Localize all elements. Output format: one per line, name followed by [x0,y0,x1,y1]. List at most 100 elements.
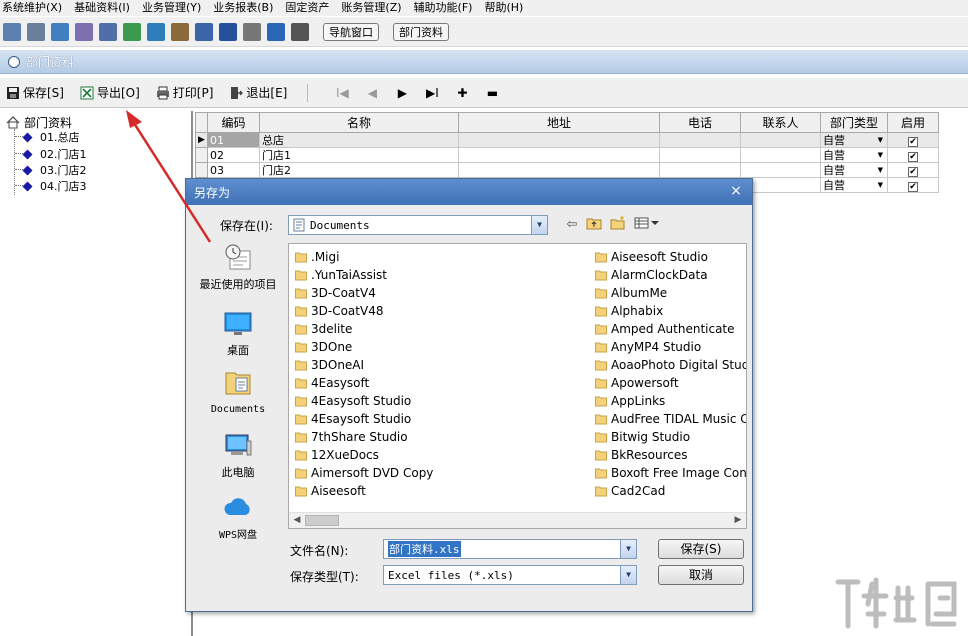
chevron-down-icon[interactable]: ▼ [620,540,636,558]
dept-data-button[interactable]: 部门资料 [393,22,449,41]
column-header[interactable]: 联系人 [740,112,821,133]
menu-item[interactable]: 业务管理(Y) [142,1,201,15]
column-header[interactable]: 电话 [659,112,741,133]
cancel-dialog-button[interactable]: 取消 [658,565,744,585]
tree-item[interactable]: 04.门店3 [22,178,87,194]
chevron-down-icon[interactable]: ▼ [620,566,636,584]
chevron-down-icon[interactable]: ▼ [531,216,547,234]
cell-name[interactable]: 门店1 [259,147,459,163]
cell-contact[interactable] [740,162,821,178]
cell-address[interactable] [458,132,660,148]
folder-item[interactable]: AppLinks [591,392,746,410]
menu-item[interactable]: 基础资料(I) [74,1,130,15]
folder-item[interactable]: 4Easysoft Studio [291,392,589,410]
cell-contact[interactable] [740,132,821,148]
toolbar-tool-icon[interactable] [75,22,93,41]
cell-dept-type[interactable]: 自营 ▼ [820,132,888,148]
folder-item[interactable]: Apowersoft [591,374,746,392]
save-in-select[interactable]: Documents ▼ [288,215,548,235]
folder-item[interactable]: 3DOneAI [291,356,589,374]
tree-item[interactable]: 03.门店2 [22,162,87,178]
table-row[interactable]: 03 门店2 自营 ▼ ✔ [195,162,939,178]
cell-contact[interactable] [740,147,821,163]
folder-item[interactable]: 12XueDocs [291,446,589,464]
folder-item[interactable]: 3delite [291,320,589,338]
column-header[interactable]: 名称 [259,112,459,133]
folder-item[interactable]: Amped Authenticate [591,320,746,338]
tree-item[interactable]: 02.门店1 [22,146,87,162]
filetype-select[interactable]: Excel files (*.xls) ▼ [383,565,637,585]
cell-enabled[interactable]: ✔ [887,132,939,148]
cell-name[interactable]: 门店2 [259,162,459,178]
table-row[interactable]: ▶ 01 总店 自营 ▼ ✔ [195,132,939,148]
folder-item[interactable]: Cad2Cad [591,482,746,500]
print-button[interactable]: 打印[P] [156,84,213,101]
enabled-checkbox[interactable]: ✔ [908,136,918,147]
menu-item[interactable]: 固定资产 [285,1,329,15]
menu-item[interactable]: 帮助(H) [484,1,523,15]
column-header[interactable]: 启用 [887,112,939,133]
scrollbar-thumb[interactable] [305,515,339,526]
cell-dept-type[interactable]: 自营 ▼ [820,162,888,178]
toolbar-tool-icon[interactable] [171,22,189,41]
filename-input[interactable]: 部门资料.xls ▼ [383,539,637,559]
menu-item[interactable]: 系统维护(X) [2,1,62,15]
cell-dept-type[interactable]: 自营 ▼ [820,147,888,163]
column-header[interactable]: 部门类型 [820,112,888,133]
toolbar-tool-icon[interactable] [291,22,309,41]
toolbar-tool-icon[interactable] [27,22,45,41]
folder-item[interactable]: Aiseesoft Studio [591,248,746,266]
folder-item[interactable]: AlarmClockData [591,266,746,284]
exit-button[interactable]: 退出[E] [229,84,287,101]
add-record-button[interactable]: ✚ [450,86,474,100]
scroll-left-icon[interactable]: ◀ [289,513,305,528]
nav-window-button[interactable]: 导航窗口 [323,22,379,41]
prev-record-button[interactable]: ◀ [360,86,384,100]
cell-code[interactable]: 03 [207,162,260,178]
tree-item[interactable]: 01.总店 [22,129,80,145]
toolbar-tool-icon[interactable] [147,22,165,41]
menu-item[interactable]: 业务报表(B) [213,1,273,15]
cell-code[interactable]: 01 [207,132,260,148]
horizontal-scrollbar[interactable]: ◀ ▶ [289,512,746,528]
folder-item[interactable]: 3D-CoatV48 [291,302,589,320]
cell-phone[interactable] [659,147,741,163]
folder-item[interactable]: AoaoPhoto Digital Studio [591,356,746,374]
place-recent[interactable]: 最近使用的项目 [198,243,278,291]
toolbar-tool-icon[interactable] [3,22,21,41]
cell-enabled[interactable]: ✔ [887,162,939,178]
cell-enabled[interactable]: ✔ [887,147,939,163]
place-desktop[interactable]: 桌面 [198,309,278,357]
save-dialog-button[interactable]: 保存(S) [658,539,744,559]
folder-item[interactable]: 3D-CoatV4 [291,284,589,302]
export-button[interactable]: 导出[O] [80,84,140,101]
folder-item[interactable]: 4Easysoft [291,374,589,392]
cell-address[interactable] [458,147,660,163]
back-arrow-icon[interactable]: ⇦ [562,216,582,234]
close-icon[interactable]: × [728,183,744,199]
toolbar-tool-icon[interactable] [243,22,261,41]
folder-item[interactable]: 7thShare Studio [291,428,589,446]
delete-record-button[interactable]: ▬ [480,86,504,100]
toolbar-tool-icon[interactable] [123,22,141,41]
toolbar-tool-icon[interactable] [219,22,237,41]
folder-item[interactable]: AlbumMe [591,284,746,302]
folder-item[interactable]: .Migi [291,248,589,266]
folder-item[interactable]: BkResources [591,446,746,464]
up-folder-icon[interactable] [584,216,604,234]
folder-item[interactable]: 4Esaysoft Studio [291,410,589,428]
cell-phone[interactable] [659,132,741,148]
place-wps-cloud[interactable]: WPS网盘 [198,493,278,542]
folder-item[interactable]: Bitwig Studio [591,428,746,446]
folder-item[interactable]: AudFree TIDAL Music Converter [591,410,746,428]
place-documents[interactable]: Documents [198,367,278,416]
cell-address[interactable] [458,162,660,178]
table-row[interactable]: 02 门店1 自营 ▼ ✔ [195,147,939,163]
folder-item[interactable]: .YunTaiAssist [291,266,589,284]
place-this-pc[interactable]: 此电脑 [198,431,278,479]
cell-dept-type[interactable]: 自营 ▼ [820,177,888,193]
cell-phone[interactable] [659,162,741,178]
last-record-button[interactable]: ▶I [420,86,444,100]
new-folder-icon[interactable] [608,216,628,234]
folder-item[interactable]: Boxoft Free Image Converter [591,464,746,482]
